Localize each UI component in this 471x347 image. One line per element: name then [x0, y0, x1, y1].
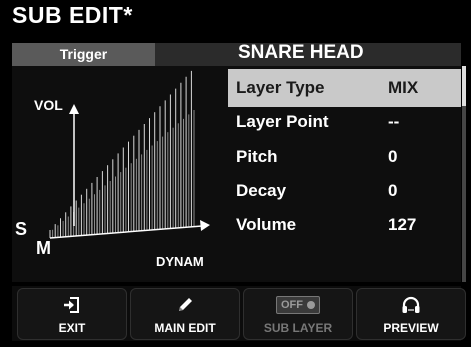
- param-value: 0: [388, 147, 398, 166]
- dynam-axis-arrow: [200, 220, 210, 231]
- param-row-layer-type[interactable]: Layer Type MIX: [228, 69, 461, 107]
- pencil-icon: [131, 295, 239, 315]
- velocity-spikes: [49, 70, 195, 238]
- layer-graph: VOL DYNAM S M: [15, 70, 210, 269]
- sub-layer-label: SUB LAYER: [263, 321, 333, 335]
- sub-edit-screen: SUB EDIT* Trigger SNARE HEAD VOL DYNAM S…: [0, 0, 471, 347]
- param-label: Layer Type: [236, 78, 325, 97]
- page-title: SUB EDIT*: [12, 2, 133, 28]
- s-marker-label: S: [15, 219, 27, 239]
- m-marker-label: M: [36, 238, 51, 258]
- sub-layer-button[interactable]: OFF SUB LAYER: [243, 288, 353, 340]
- main-edit-label: MAIN EDIT: [154, 321, 216, 335]
- param-value: MIX: [388, 78, 419, 97]
- toggle-dot-icon: [307, 301, 315, 310]
- param-label: Decay: [236, 181, 287, 200]
- instrument-name: SNARE HEAD: [238, 42, 364, 63]
- param-row-volume[interactable]: Volume 127: [228, 206, 461, 244]
- param-label: Volume: [236, 215, 297, 234]
- param-scrollbar[interactable]: [462, 66, 466, 282]
- scrollbar-thumb[interactable]: [462, 66, 466, 106]
- sub-layer-state-text: OFF: [281, 299, 303, 311]
- param-label: Pitch: [236, 147, 278, 166]
- main-edit-button[interactable]: MAIN EDIT: [130, 288, 240, 340]
- param-value: --: [388, 112, 400, 131]
- param-value: 0: [388, 181, 398, 200]
- exit-label: EXIT: [58, 321, 86, 335]
- param-value: 127: [388, 215, 417, 234]
- param-row-pitch[interactable]: Pitch 0: [228, 138, 461, 176]
- exit-button[interactable]: EXIT: [17, 288, 127, 340]
- param-row-decay[interactable]: Decay 0: [228, 172, 461, 210]
- param-label: Layer Point: [236, 112, 329, 131]
- vol-axis-arrow: [69, 104, 79, 114]
- tab-trigger[interactable]: Trigger: [12, 43, 155, 66]
- preview-button[interactable]: PREVIEW: [356, 288, 466, 340]
- preview-label: PREVIEW: [383, 321, 439, 335]
- param-row-layer-point[interactable]: Layer Point --: [228, 103, 461, 141]
- dynam-label: DYNAM: [156, 254, 204, 269]
- vol-label: VOL: [34, 97, 63, 113]
- headphones-icon: [357, 295, 465, 315]
- sub-layer-toggle-icon: OFF: [244, 295, 352, 315]
- exit-icon: [18, 295, 126, 315]
- sub-layer-state: OFF: [276, 296, 320, 314]
